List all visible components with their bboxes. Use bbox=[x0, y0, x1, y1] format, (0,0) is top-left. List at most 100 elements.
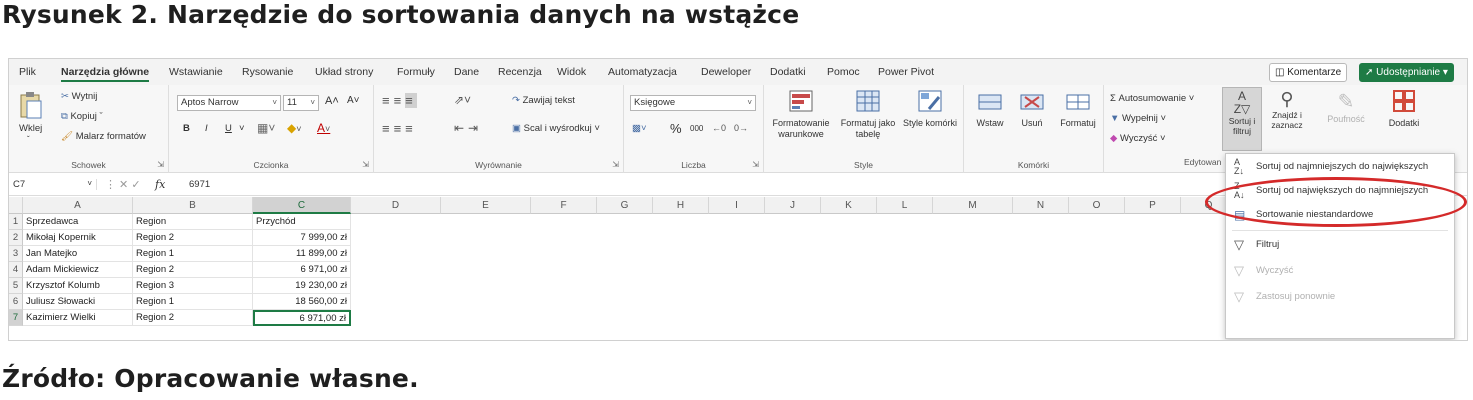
row-header[interactable]: 1 bbox=[9, 214, 23, 230]
menu-reapply[interactable]: ▽ Zastosuj ponownie bbox=[1226, 286, 1454, 308]
tab-draw[interactable]: Rysowanie bbox=[242, 66, 293, 78]
cut-button[interactable]: ✂ Wytnij bbox=[61, 91, 97, 102]
header-cell[interactable]: Przychód bbox=[253, 214, 351, 230]
tab-insert[interactable]: Wstawianie bbox=[169, 66, 223, 78]
tab-automate[interactable]: Automatyzacja bbox=[608, 66, 677, 78]
sensitivity-button[interactable]: ✎ Poufność bbox=[1319, 89, 1373, 124]
tab-developer[interactable]: Deweloper bbox=[701, 66, 751, 78]
table-cell[interactable]: Krzysztof Kolumb bbox=[23, 278, 133, 294]
column-header-h[interactable]: H bbox=[653, 197, 709, 214]
grow-font-button[interactable]: A˄ bbox=[325, 95, 339, 107]
column-header-p[interactable]: P bbox=[1125, 197, 1181, 214]
fx-button[interactable]: fx bbox=[155, 178, 165, 191]
table-cell[interactable]: Jan Matejko bbox=[23, 246, 133, 262]
number-launcher-icon[interactable]: ⇲ bbox=[752, 160, 759, 169]
select-all-corner[interactable] bbox=[9, 197, 23, 214]
paste-button[interactable]: Wklej ˇ bbox=[17, 91, 47, 151]
vertical-align-icons[interactable]: ≡≡≡ bbox=[382, 93, 417, 108]
tab-review[interactable]: Recenzja bbox=[498, 66, 542, 78]
clear-button[interactable]: ◆ Wyczyść ˅ bbox=[1110, 133, 1166, 144]
menu-filter[interactable]: ▽ Filtruj bbox=[1226, 234, 1454, 256]
shrink-font-button[interactable]: A˅ bbox=[347, 95, 360, 106]
table-cell[interactable]: Region 2 bbox=[133, 310, 253, 326]
currency-icon[interactable]: ▩˅ bbox=[632, 123, 647, 134]
row-header[interactable]: 5 bbox=[9, 278, 23, 294]
column-header-f[interactable]: F bbox=[531, 197, 597, 214]
column-header-d[interactable]: D bbox=[351, 197, 441, 214]
row-header[interactable]: 2 bbox=[9, 230, 23, 246]
alignment-launcher-icon[interactable]: ⇲ bbox=[612, 160, 619, 169]
find-button[interactable]: ⚲ Znajdź i zaznacz bbox=[1264, 87, 1310, 151]
table-cell[interactable]: Adam Mickiewicz bbox=[23, 262, 133, 278]
thousands-button[interactable]: 000 bbox=[690, 124, 703, 133]
column-header-b[interactable]: B bbox=[133, 197, 253, 214]
column-header-j[interactable]: J bbox=[765, 197, 821, 214]
table-cell[interactable]: Region 1 bbox=[133, 294, 253, 310]
copy-button[interactable]: ⧉ Kopiuj ˇ bbox=[61, 111, 103, 122]
delete-cells-button[interactable]: Usuń bbox=[1012, 91, 1052, 128]
wrap-text-button[interactable]: ↷ Zawijaj tekst bbox=[512, 95, 575, 106]
comments-button[interactable]: ◫ Komentarze bbox=[1269, 63, 1348, 82]
row-header[interactable]: 3 bbox=[9, 246, 23, 262]
bold-button[interactable]: B bbox=[183, 123, 190, 134]
format-painter-button[interactable]: 🖌 Malarz formatów bbox=[61, 131, 146, 142]
font-name-dropdown[interactable]: Aptos Narrow ˅ bbox=[177, 95, 281, 111]
column-header-e[interactable]: E bbox=[441, 197, 531, 214]
underline-chevron-icon[interactable]: ˅ bbox=[239, 123, 245, 134]
table-cell[interactable]: Region 2 bbox=[133, 262, 253, 278]
decrease-decimal-icon[interactable]: 0→ bbox=[734, 123, 748, 133]
menu-sort-ascending[interactable]: A Z↓ Sortuj od najmniejszych do największy… bbox=[1226, 156, 1454, 178]
underline-button[interactable]: U bbox=[225, 123, 232, 134]
table-cell[interactable]: 7 999,00 zł bbox=[253, 230, 351, 246]
tab-file[interactable]: Plik bbox=[19, 66, 36, 78]
font-size-dropdown[interactable]: 11 ˅ bbox=[283, 95, 319, 111]
column-header-i[interactable]: I bbox=[709, 197, 765, 214]
table-cell[interactable]: Region 3 bbox=[133, 278, 253, 294]
tab-page-layout[interactable]: Układ strony bbox=[315, 66, 373, 78]
font-color-icon[interactable]: A˅ bbox=[317, 121, 330, 135]
table-cell[interactable]: Kazimierz Wielki bbox=[23, 310, 133, 326]
autosum-button[interactable]: Σ Autosumowanie ˅ bbox=[1110, 93, 1194, 104]
table-cell[interactable]: 6 971,00 zł bbox=[253, 262, 351, 278]
orientation-icon[interactable]: ⇗˅ bbox=[454, 93, 471, 107]
column-header-g[interactable]: G bbox=[597, 197, 653, 214]
menu-clear[interactable]: ▽ Wyczyść bbox=[1226, 260, 1454, 282]
percent-button[interactable]: % bbox=[670, 121, 682, 136]
number-format-dropdown[interactable]: Księgowe ˅ bbox=[630, 95, 756, 111]
conditional-format-button[interactable]: Formatowanie warunkowe bbox=[768, 89, 834, 149]
column-header-o[interactable]: O bbox=[1069, 197, 1125, 214]
table-cell[interactable]: Region 2 bbox=[133, 230, 253, 246]
column-header-a[interactable]: A bbox=[23, 197, 133, 214]
share-button[interactable]: ➚ Udostępnianie ▾ bbox=[1359, 63, 1454, 82]
table-cell[interactable]: 18 560,00 zł bbox=[253, 294, 351, 310]
name-box[interactable]: C7 ˅ bbox=[13, 179, 97, 190]
cell-styles-button[interactable]: Style komórki bbox=[902, 89, 958, 149]
tab-formulas[interactable]: Formuły bbox=[397, 66, 435, 78]
cancel-enter-icons[interactable]: ⋮ ✕ ✓ bbox=[105, 178, 141, 191]
header-cell[interactable]: Region bbox=[133, 214, 253, 230]
launcher-icon[interactable]: ⇲ bbox=[157, 160, 164, 169]
tab-power-pivot[interactable]: Power Pivot bbox=[878, 66, 934, 78]
table-cell[interactable]: Region 1 bbox=[133, 246, 253, 262]
font-launcher-icon[interactable]: ⇲ bbox=[362, 160, 369, 169]
formula-input[interactable]: 6971 bbox=[189, 179, 210, 190]
fill-color-icon[interactable]: ◆˅ bbox=[287, 121, 302, 135]
tab-home[interactable]: Narzędzia główne bbox=[61, 66, 150, 82]
table-cell[interactable]: Juliusz Słowacki bbox=[23, 294, 133, 310]
column-header-m[interactable]: M bbox=[933, 197, 1013, 214]
italic-button[interactable]: I bbox=[205, 123, 208, 134]
indent-icons[interactable]: ⇤⇥ bbox=[454, 121, 482, 135]
header-cell[interactable]: Sprzedawca bbox=[23, 214, 133, 230]
merge-button[interactable]: ▣ Scal i wyśrodkuj ˅ bbox=[512, 123, 600, 134]
increase-decimal-icon[interactable]: ←0 bbox=[712, 123, 726, 133]
format-table-button[interactable]: Formatuj jako tabelę bbox=[836, 89, 900, 149]
tab-data[interactable]: Dane bbox=[454, 66, 479, 78]
table-cell[interactable]: Mikołaj Kopernik bbox=[23, 230, 133, 246]
fill-button[interactable]: ▼ Wypełnij ˅ bbox=[1110, 113, 1166, 124]
column-header-c[interactable]: C bbox=[253, 197, 351, 214]
column-header-n[interactable]: N bbox=[1013, 197, 1069, 214]
row-header[interactable]: 7 bbox=[9, 310, 23, 326]
column-header-k[interactable]: K bbox=[821, 197, 877, 214]
column-header-l[interactable]: L bbox=[877, 197, 933, 214]
table-cell[interactable]: 19 230,00 zł bbox=[253, 278, 351, 294]
